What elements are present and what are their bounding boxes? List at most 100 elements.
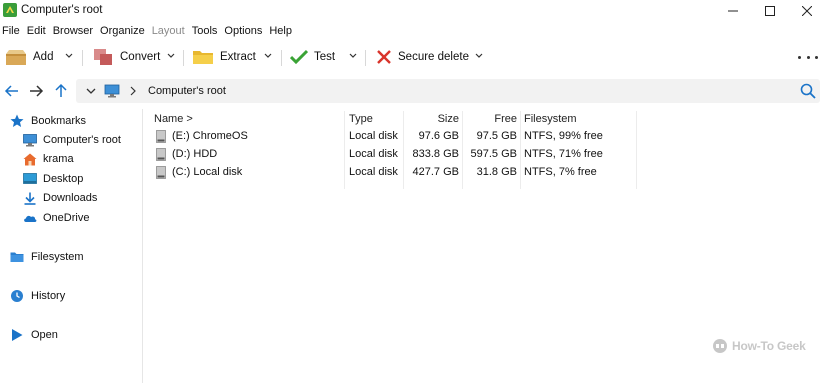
cell-free: 97.5 GB [476,130,517,142]
sidebar-item-label: Downloads [43,192,98,204]
drive-icon [156,148,166,161]
monitor-icon [104,84,120,98]
chevron-right-icon [130,86,136,96]
app-icon [3,3,17,17]
more-options-icon[interactable] [798,51,818,63]
add-label: Add [33,51,54,63]
table-row[interactable]: (E:) ChromeOS Local disk 97.6 GB 97.5 GB… [144,128,644,146]
menu-bar: File Edit Browser Organize Layout Tools … [0,23,297,39]
monitor-icon [23,133,37,146]
test-dropdown-icon[interactable] [348,51,358,61]
extract-label: Extract [220,51,256,63]
cell-name: (C:) Local disk [172,166,243,178]
star-icon [10,114,24,127]
sidebar-section-history[interactable]: History [10,287,65,305]
column-header-filesystem[interactable]: Filesystem [524,113,577,127]
cloud-icon [24,215,37,222]
sidebar-section-bookmarks[interactable]: Bookmarks [10,112,86,130]
menu-file[interactable]: File [0,23,23,39]
bookmarks-label: Bookmarks [31,115,87,127]
cell-name: (E:) ChromeOS [172,130,248,142]
secure-delete-dropdown-icon[interactable] [474,51,484,61]
sidebar-item-onedrive[interactable]: OneDrive [23,209,89,227]
sidebar-item-desktop[interactable]: Desktop [23,170,83,188]
history-icon [11,290,23,302]
menu-edit[interactable]: Edit [25,23,49,39]
folder-icon [10,252,24,262]
column-header-name[interactable]: Name > [154,113,193,127]
sidebar-item-label: krama [43,153,74,165]
folder-icon [193,51,213,64]
test-button[interactable]: Test [290,46,335,68]
menu-browser[interactable]: Browser [51,23,96,39]
column-header-type[interactable]: Type [349,113,373,127]
cell-filesystem: NTFS, 7% free [524,166,597,178]
cell-size: 97.6 GB [418,130,459,142]
minimize-icon [728,10,738,12]
up-arrow-icon[interactable] [53,83,69,99]
toolbar-divider [365,50,366,66]
download-icon [24,192,36,205]
cell-filesystem: NTFS, 99% free [524,130,603,142]
toolbar-divider [281,50,282,66]
column-header-free[interactable]: Free [462,113,517,127]
column-header-size[interactable]: Size [404,113,459,127]
menu-options[interactable]: Options [222,23,265,39]
sidebar-section-open[interactable]: Open [10,326,58,344]
convert-button[interactable]: Convert [92,46,160,68]
drive-icon [156,130,166,143]
forward-arrow-icon[interactable] [28,83,44,99]
back-arrow-icon[interactable] [4,83,20,99]
chevron-down-icon[interactable] [86,87,96,95]
address-path: Computer's root [148,85,226,97]
maximize-icon [765,6,775,16]
geek-logo-icon [713,339,727,353]
title-bar: Computer's root [0,0,825,22]
extract-dropdown-icon[interactable] [263,51,273,61]
cell-name: (D:) HDD [172,148,218,160]
cell-type: Local disk [349,148,398,160]
table-row[interactable]: (C:) Local disk Local disk 427.7 GB 31.8… [144,164,644,182]
menu-layout: Layout [151,25,185,37]
menu-help[interactable]: Help [267,23,295,39]
sidebar-item-downloads[interactable]: Downloads [23,189,97,207]
minimize-button[interactable] [715,0,751,22]
secure-delete-label: Secure delete [398,51,469,63]
secure-delete-button[interactable]: Secure delete [376,46,469,68]
toolbar-divider [82,50,83,66]
sidebar-item-krama[interactable]: krama [23,150,74,168]
checkmark-icon [290,49,308,65]
table-row[interactable]: (D:) HDD Local disk 833.8 GB 597.5 GB NT… [144,146,644,164]
extract-button[interactable]: Extract [192,46,256,68]
home-icon [23,153,37,165]
filesystem-label: Filesystem [31,251,84,263]
address-bar[interactable]: Computer's root [76,79,820,103]
add-button[interactable]: Add [5,46,53,68]
sidebar: Bookmarks Computer's root krama Desktop … [0,109,143,383]
sidebar-item-label: Desktop [43,173,84,185]
convert-icon [94,49,112,65]
sidebar-item-computers-root[interactable]: Computer's root [23,131,121,149]
menu-tools[interactable]: Tools [190,23,221,39]
sidebar-item-label: Computer's root [43,134,121,146]
close-icon [802,6,812,16]
delete-x-icon [377,50,391,64]
sidebar-item-label: OneDrive [43,212,90,224]
convert-dropdown-icon[interactable] [166,51,176,61]
cell-filesystem: NTFS, 71% free [524,148,603,160]
archive-box-icon [6,50,26,65]
cell-free: 31.8 GB [476,166,517,178]
toolbar: Add Convert Extract Test Secure delete [0,42,825,72]
add-dropdown-icon[interactable] [64,51,74,61]
close-button[interactable] [789,0,825,22]
desktop-icon [23,172,37,184]
menu-organize[interactable]: Organize [98,23,148,39]
cell-type: Local disk [349,166,398,178]
window-title: Computer's root [21,4,103,16]
cell-type: Local disk [349,130,398,142]
cell-size: 833.8 GB [412,148,459,160]
search-icon[interactable] [800,83,816,99]
sidebar-section-filesystem[interactable]: Filesystem [10,248,84,266]
maximize-button[interactable] [752,0,788,22]
toolbar-divider [183,50,184,66]
